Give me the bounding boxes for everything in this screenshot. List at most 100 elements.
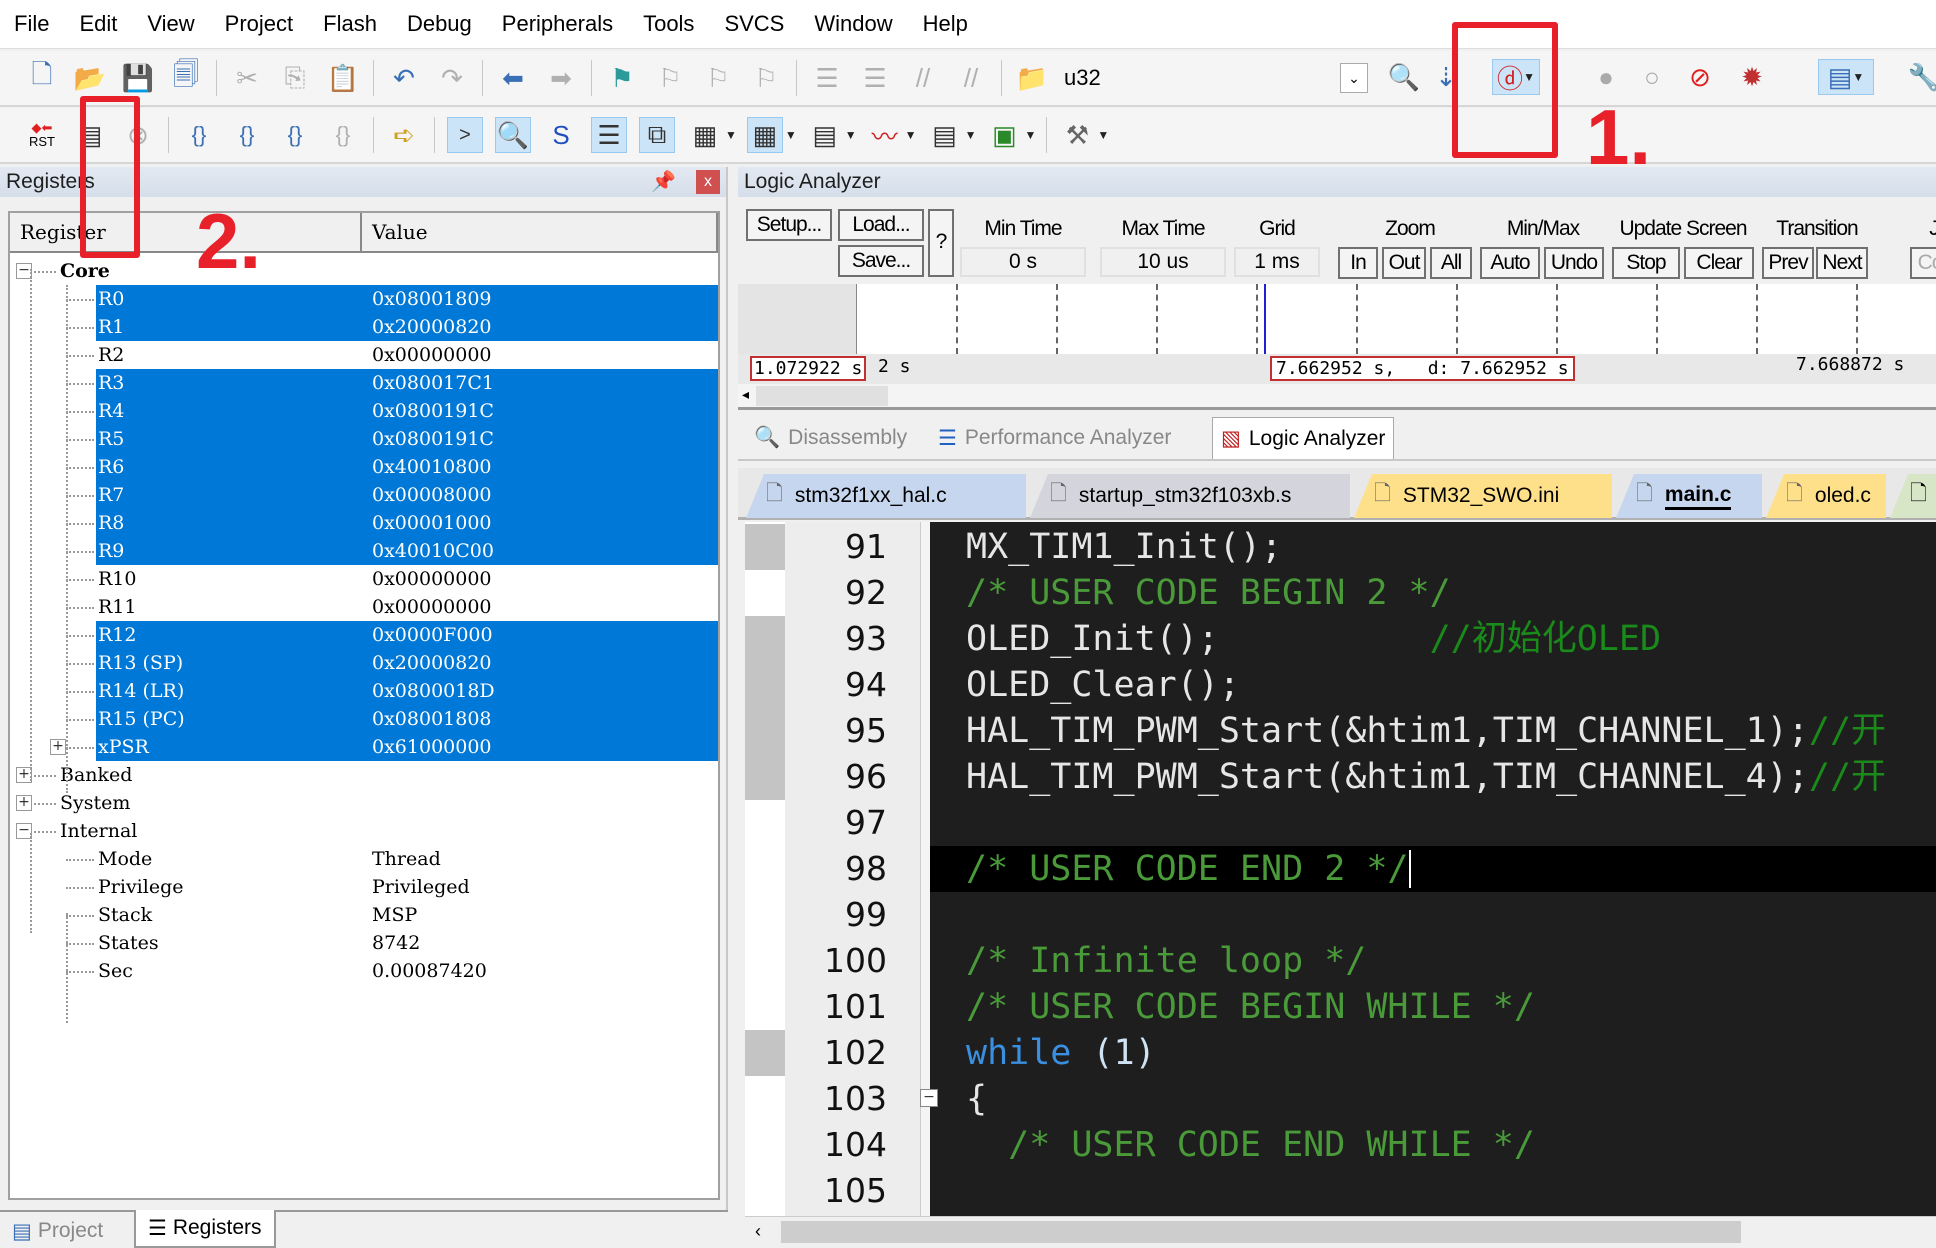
breakpoint-icon[interactable]: ● [1588, 59, 1624, 95]
next-button[interactable]: Next [1816, 247, 1868, 279]
analysis-window-icon[interactable]: 〰 [867, 117, 903, 153]
menu-window[interactable]: Window [814, 11, 892, 37]
dropdown-arrow[interactable]: ▼ [785, 128, 797, 142]
code-button[interactable]: Co [1910, 247, 1936, 279]
config-icon[interactable]: 🔧 [1906, 59, 1936, 95]
tab-registers[interactable]: ☰ Registers [134, 1210, 276, 1248]
bookmark-icon[interactable]: ⚑ [604, 60, 640, 96]
undo-icon[interactable]: ↶ [386, 60, 422, 96]
register-row[interactable]: + Banked [10, 761, 718, 789]
clear-button[interactable]: Clear [1684, 247, 1754, 279]
zoom-all-button[interactable]: All [1430, 247, 1472, 279]
target-dropdown[interactable]: ⌄ [1340, 63, 1368, 93]
help-button[interactable]: ? [928, 209, 954, 277]
back-icon[interactable]: ⬅ [495, 60, 531, 96]
zoom-in-button[interactable]: In [1338, 247, 1378, 279]
fold-icon[interactable]: − [920, 1089, 938, 1107]
code-line[interactable]: 96 HAL_TIM_PWM_Start(&htim1,TIM_CHANNEL_4… [745, 754, 1936, 800]
comment-icon[interactable]: // [905, 60, 941, 96]
prev-bookmark-icon[interactable]: ⚐ [652, 60, 688, 96]
register-row[interactable]: Stack MSP [10, 901, 718, 929]
clear-bookmarks-icon[interactable]: ⚐ [748, 60, 784, 96]
scroll-left-icon[interactable]: ◂ [742, 386, 749, 403]
disassembly-window-icon[interactable]: 🔍 [495, 117, 531, 153]
file-tab-stm32f1xx-hal-c[interactable]: 🗋 stm32f1xx_hal.c [746, 474, 1026, 518]
register-row[interactable]: R1 0x20000820 [10, 313, 718, 341]
target-name[interactable]: u32 [1064, 65, 1101, 91]
dropdown-arrow[interactable]: ▼ [1097, 128, 1109, 142]
register-row[interactable]: − Core [10, 257, 718, 285]
tab-logic-analyzer[interactable]: ▧ Logic Analyzer [1212, 417, 1395, 459]
register-row[interactable]: R12 0x0000F000 [10, 621, 718, 649]
register-row[interactable]: + xPSR 0x61000000 [10, 733, 718, 761]
code-line[interactable]: 104 /* USER CODE END WHILE */ [745, 1122, 1936, 1168]
register-row[interactable]: R2 0x00000000 [10, 341, 718, 369]
step-into-icon[interactable]: {} [181, 117, 217, 153]
copy-icon[interactable]: ⎘ [277, 60, 313, 96]
code-line[interactable]: 93 OLED_Init(); //初始化OLED [745, 616, 1936, 662]
tab-project[interactable]: ▤ Project [4, 1214, 111, 1248]
disable-all-breakpoints-icon[interactable]: ⊘ [1682, 59, 1718, 95]
menu-debug[interactable]: Debug [407, 11, 472, 37]
register-row[interactable]: R14 (LR) 0x0800018D [10, 677, 718, 705]
menu-view[interactable]: View [147, 11, 194, 37]
indent-icon[interactable]: ☰ [809, 60, 845, 96]
file-tab-oled-c[interactable]: 🗋 oled.c [1766, 474, 1886, 518]
code-editor[interactable]: 91 MX_TIM1_Init(); 92 /* USER CODE BEGIN 2 … [745, 522, 1936, 1216]
save-button[interactable]: Save... [838, 245, 924, 277]
waveform-area[interactable] [738, 284, 1936, 354]
scroll-left-icon[interactable]: ‹ [755, 1221, 761, 1242]
menu-peripherals[interactable]: Peripherals [502, 11, 613, 37]
scrollbar-thumb[interactable] [756, 386, 888, 406]
tab-disassembly[interactable]: 🔍 Disassembly [746, 417, 915, 459]
code-line[interactable]: 99 [745, 892, 1936, 938]
dropdown-arrow[interactable]: ▼ [965, 128, 977, 142]
new-file-icon[interactable]: 🗋 [24, 59, 60, 96]
symbols-window-icon[interactable]: S [543, 117, 579, 153]
menu-project[interactable]: Project [225, 11, 293, 37]
register-row[interactable]: R11 0x00000000 [10, 593, 718, 621]
expand-icon[interactable]: + [16, 795, 32, 811]
window-layout-icon[interactable]: ▤ ▼ [1818, 59, 1874, 95]
undo-button[interactable]: Undo [1544, 247, 1604, 279]
register-row[interactable]: R3 0x080017C1 [10, 369, 718, 397]
unindent-icon[interactable]: ☰ [857, 60, 893, 96]
system-viewer-icon[interactable]: ▣ [986, 117, 1022, 153]
register-row[interactable]: R8 0x00001000 [10, 509, 718, 537]
code-line[interactable]: 92 /* USER CODE BEGIN 2 */ [745, 570, 1936, 616]
code-line[interactable]: 94 OLED_Clear(); [745, 662, 1936, 708]
pin-icon[interactable]: 📌 [651, 169, 676, 194]
file-tab-overflow[interactable]: 🗋 [1890, 474, 1936, 518]
register-row[interactable]: States 8742 [10, 929, 718, 957]
command-window-icon[interactable]: > [447, 117, 483, 153]
register-row[interactable]: − Internal [10, 817, 718, 845]
show-next-statement-icon[interactable]: ➪ [386, 117, 422, 153]
menu-file[interactable]: File [14, 11, 49, 37]
breakpoint-disable-icon[interactable]: ○ [1634, 59, 1670, 95]
memory-window-icon[interactable]: ▦ [746, 117, 783, 153]
trace-window-icon[interactable]: ▤ [927, 117, 963, 153]
setup-button[interactable]: Setup... [746, 209, 832, 241]
menu-edit[interactable]: Edit [79, 11, 117, 37]
step-over-icon[interactable]: {} [229, 117, 265, 153]
code-line[interactable]: 101 /* USER CODE BEGIN WHILE */ [745, 984, 1936, 1030]
menu-tools[interactable]: Tools [643, 11, 694, 37]
save-all-icon[interactable]: 🗐 [168, 59, 204, 96]
register-row[interactable]: R5 0x0800191C [10, 425, 718, 453]
tab-performance-analyzer[interactable]: ☰ Performance Analyzer [930, 417, 1179, 459]
register-row[interactable]: R7 0x00008000 [10, 481, 718, 509]
save-icon[interactable]: 💾 [120, 60, 156, 96]
find-in-files-icon[interactable]: 📁 [1014, 60, 1050, 96]
file-tab-startup-stm32f103xb-s[interactable]: 🗋 startup_stm32f103xb.s [1030, 474, 1350, 518]
register-row[interactable]: R13 (SP) 0x20000820 [10, 649, 718, 677]
load-button[interactable]: Load... [838, 209, 924, 241]
register-row[interactable]: Privilege Privileged [10, 873, 718, 901]
code-line[interactable]: 91 MX_TIM1_Init(); [745, 524, 1936, 570]
step-out-icon[interactable]: {} [277, 117, 313, 153]
register-row[interactable]: R0 0x08001809 [10, 285, 718, 313]
code-line[interactable]: 97 [745, 800, 1936, 846]
zoom-out-button[interactable]: Out [1382, 247, 1426, 279]
code-line[interactable]: 103 − { [745, 1076, 1936, 1122]
menu-flash[interactable]: Flash [323, 11, 377, 37]
forward-icon[interactable]: ➡ [543, 60, 579, 96]
